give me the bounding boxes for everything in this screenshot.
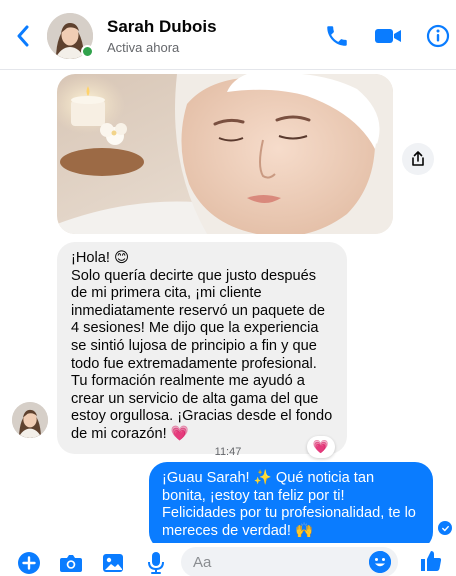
spa-facial-photo [57, 74, 393, 234]
add-button[interactable] [16, 550, 42, 576]
thumbs-up-icon [421, 551, 442, 571]
read-receipt-icon [438, 521, 452, 535]
outgoing-message-text: ¡Guau Sarah! ✨ Qué noticia tan bonita, ¡… [162, 470, 416, 539]
camera-icon [60, 555, 82, 572]
contact-name[interactable]: Sarah Dubois [107, 17, 217, 37]
camera-button[interactable] [58, 550, 84, 576]
phone-icon [327, 26, 347, 46]
contact-avatar[interactable] [47, 13, 94, 59]
back-arrow-icon [17, 25, 29, 47]
incoming-message-text: ¡Hola! 😊 Solo quería decirte que justo d… [71, 250, 333, 442]
smiley-icon [369, 551, 391, 573]
plus-icon [18, 552, 40, 574]
share-button[interactable] [402, 143, 434, 175]
emoji-button[interactable] [369, 551, 391, 573]
photo-message[interactable] [57, 74, 393, 234]
share-icon [412, 151, 424, 166]
message-timestamp: 11:47 [214, 446, 242, 458]
info-icon [426, 24, 450, 48]
gallery-button[interactable] [100, 550, 126, 576]
sender-avatar[interactable] [12, 402, 48, 438]
outgoing-message-bubble[interactable]: ¡Guau Sarah! ✨ Qué noticia tan bonita, ¡… [149, 462, 433, 551]
call-button[interactable] [323, 22, 351, 50]
info-button[interactable] [424, 22, 452, 50]
incoming-message-bubble[interactable]: ¡Hola! 😊 Solo quería decirte que justo d… [57, 242, 347, 454]
message-input[interactable] [193, 551, 363, 573]
microphone-icon [148, 552, 164, 574]
image-icon [103, 554, 123, 572]
contact-status: Activa ahora [107, 40, 180, 55]
microphone-button[interactable] [143, 550, 169, 576]
chat-header: Sarah Dubois Activa ahora [0, 0, 456, 70]
video-camera-icon [375, 29, 401, 43]
like-button[interactable] [418, 548, 444, 574]
online-status-dot [81, 45, 94, 58]
message-input-container[interactable] [181, 547, 398, 576]
video-call-button[interactable] [373, 22, 403, 50]
back-button[interactable] [10, 22, 36, 50]
